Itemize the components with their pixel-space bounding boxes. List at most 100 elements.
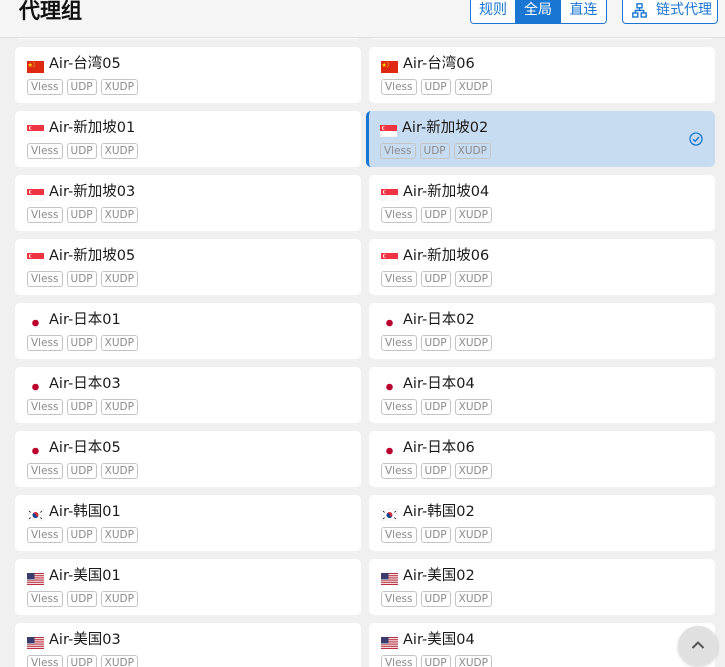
proxy-name: Air-美国02 xyxy=(403,568,475,584)
proxy-tag: Vless xyxy=(27,79,63,95)
proxy-card[interactable]: Air-日本03 Vless UDP XUDP xyxy=(15,367,361,423)
proxy-name: Air-新加坡06 xyxy=(403,248,490,264)
scroll-to-top-button[interactable] xyxy=(678,626,718,666)
proxy-tags: Vless UDP XUDP xyxy=(27,207,138,223)
proxy-tag: Vless xyxy=(381,207,417,223)
proxy-name: Air-韩国02 xyxy=(403,504,475,520)
proxy-tag: Vless xyxy=(381,655,417,667)
proxy-card[interactable]: Air-台湾05 Vless UDP XUDP xyxy=(15,47,361,103)
proxy-card[interactable]: Air-美国02 Vless UDP XUDP xyxy=(369,559,715,615)
proxy-tags: Vless UDP XUDP xyxy=(381,591,492,607)
proxy-tags: Vless UDP XUDP xyxy=(27,655,138,667)
proxy-tag: UDP xyxy=(66,143,97,159)
proxy-tag: Vless xyxy=(27,399,63,415)
proxy-tags: Vless UDP XUDP xyxy=(380,143,491,159)
proxy-tags: Vless UDP XUDP xyxy=(381,271,492,287)
proxy-tag: Vless xyxy=(27,527,63,543)
proxy-card[interactable]: Air-日本04 Vless UDP XUDP xyxy=(369,367,715,423)
flag-cn-icon xyxy=(381,58,398,73)
flag-us-icon xyxy=(27,570,44,585)
proxy-card[interactable]: Air-日本01 Vless UDP XUDP xyxy=(15,303,361,359)
proxy-tag: XUDP xyxy=(100,399,138,415)
proxy-tag: Vless xyxy=(381,271,417,287)
flag-jp-icon xyxy=(381,442,398,457)
proxy-tag: UDP xyxy=(66,655,97,667)
proxy-tag: XUDP xyxy=(100,527,138,543)
flag-sg-icon xyxy=(26,186,45,202)
proxy-tag: Vless xyxy=(381,463,417,479)
proxy-list: Air-台湾05 Vless UDP XUDP Air-台湾06 Vless UDP XUDP… xyxy=(0,0,725,667)
flag-jp-icon xyxy=(381,378,398,393)
flag-sg-icon xyxy=(380,250,399,266)
proxy-card[interactable]: Air-美国04 Vless UDP XUDP xyxy=(369,623,715,667)
proxy-card[interactable]: Air-台湾06 Vless UDP XUDP xyxy=(369,47,715,103)
proxy-card[interactable]: Air-新加坡06 Vless UDP XUDP xyxy=(369,239,715,295)
proxy-tag: UDP xyxy=(66,271,97,287)
proxy-tags: Vless UDP XUDP xyxy=(27,79,138,95)
proxy-card[interactable]: Air-新加坡05 Vless UDP XUDP xyxy=(15,239,361,295)
proxy-tag: Vless xyxy=(27,591,63,607)
network-icon xyxy=(632,3,647,18)
proxy-name: Air-新加坡04 xyxy=(403,184,490,200)
proxy-tag: XUDP xyxy=(100,463,138,479)
proxy-tag: Vless xyxy=(381,399,417,415)
proxy-tag: UDP xyxy=(420,463,451,479)
mode-direct-button[interactable]: 直连 xyxy=(561,0,606,23)
proxy-card[interactable]: Air-美国03 Vless UDP XUDP xyxy=(15,623,361,667)
proxy-name: Air-新加坡05 xyxy=(49,248,136,264)
proxy-tag: UDP xyxy=(420,591,451,607)
proxy-tag: UDP xyxy=(420,335,451,351)
proxy-name: Air-美国01 xyxy=(49,568,121,584)
proxy-tag: XUDP xyxy=(454,207,492,223)
proxy-tag: XUDP xyxy=(100,207,138,223)
proxy-card[interactable]: Air-美国01 Vless UDP XUDP xyxy=(15,559,361,615)
proxy-tag: UDP xyxy=(420,527,451,543)
proxy-name: Air-新加坡03 xyxy=(49,184,136,200)
flag-sg-icon xyxy=(379,122,398,138)
proxy-tag: UDP xyxy=(66,527,97,543)
proxy-tag: UDP xyxy=(66,463,97,479)
proxy-tag: Vless xyxy=(381,79,417,95)
proxy-tags: Vless UDP XUDP xyxy=(381,399,492,415)
flag-jp-icon xyxy=(27,442,44,457)
mode-global-button[interactable]: 全局 xyxy=(516,0,561,23)
proxy-tag: XUDP xyxy=(100,271,138,287)
proxy-card[interactable]: Air-日本02 Vless UDP XUDP xyxy=(369,303,715,359)
proxy-name: Air-韩国01 xyxy=(49,504,121,520)
proxy-tag: UDP xyxy=(66,399,97,415)
proxy-card[interactable]: Air-新加坡04 Vless UDP XUDP xyxy=(369,175,715,231)
proxy-group-header: 代理组 规则 全局 直连 链式代理 xyxy=(0,0,725,38)
proxy-tag: UDP xyxy=(66,79,97,95)
chain-proxy-label: 链式代理 xyxy=(656,2,712,18)
chain-proxy-button[interactable]: 链式代理 xyxy=(622,0,718,24)
proxy-name: Air-台湾06 xyxy=(403,56,475,72)
proxy-name: Air-新加坡02 xyxy=(402,120,489,136)
proxy-card[interactable]: Air-日本05 Vless UDP XUDP xyxy=(15,431,361,487)
mode-rule-button[interactable]: 规则 xyxy=(471,0,516,23)
proxy-tag: XUDP xyxy=(454,655,492,667)
flag-jp-icon xyxy=(27,314,44,329)
proxy-tag: XUDP xyxy=(454,463,492,479)
proxy-tag: Vless xyxy=(27,207,63,223)
proxy-card[interactable]: Air-新加坡03 Vless UDP XUDP xyxy=(15,175,361,231)
proxy-tags: Vless UDP XUDP xyxy=(381,463,492,479)
flag-kr-icon xyxy=(380,506,399,522)
proxy-tag: UDP xyxy=(66,591,97,607)
proxy-name: Air-日本04 xyxy=(403,376,475,392)
proxy-tag: UDP xyxy=(420,399,451,415)
proxy-card[interactable]: Air-新加坡01 Vless UDP XUDP xyxy=(15,111,361,167)
proxy-card[interactable]: Air-韩国02 Vless UDP XUDP xyxy=(369,495,715,551)
flag-kr-icon xyxy=(26,506,45,522)
proxy-tag: XUDP xyxy=(100,591,138,607)
flag-jp-icon xyxy=(381,314,398,329)
proxy-tags: Vless UDP XUDP xyxy=(27,463,138,479)
flag-sg-icon xyxy=(26,250,45,266)
proxy-card[interactable]: Air-日本06 Vless UDP XUDP xyxy=(369,431,715,487)
selected-check-icon xyxy=(689,131,703,150)
proxy-name: Air-日本01 xyxy=(49,312,121,328)
proxy-card[interactable]: Air-新加坡02 Vless UDP XUDP xyxy=(366,111,715,167)
proxy-tag: XUDP xyxy=(454,527,492,543)
proxy-tag: Vless xyxy=(381,591,417,607)
proxy-card[interactable]: Air-韩国01 Vless UDP XUDP xyxy=(15,495,361,551)
proxy-tags: Vless UDP XUDP xyxy=(381,335,492,351)
